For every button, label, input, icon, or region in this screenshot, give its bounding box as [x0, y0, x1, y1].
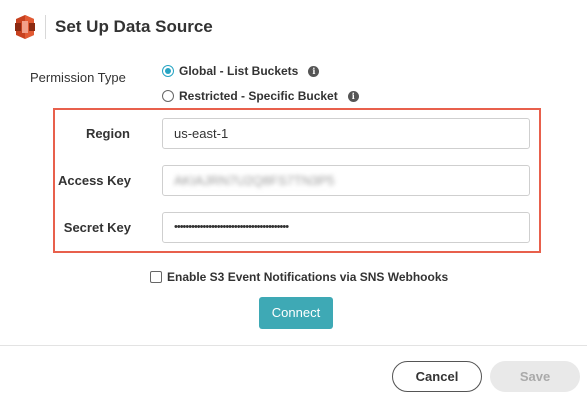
secret-key-label: Secret Key — [63, 220, 131, 235]
cancel-button[interactable]: Cancel — [392, 361, 482, 392]
region-input[interactable]: us-east-1 — [162, 118, 530, 149]
radio-label: Global - List Buckets — [179, 64, 299, 78]
permission-type-label: Permission Type — [30, 70, 126, 85]
info-icon[interactable]: i — [347, 90, 359, 102]
footer-divider — [0, 345, 587, 346]
sns-notifications-checkbox[interactable] — [150, 271, 162, 283]
save-button[interactable]: Save — [490, 361, 580, 392]
radio-button-checked[interactable] — [162, 65, 174, 77]
access-key-input[interactable]: AKIAJRN7U2Q8FS7TN3P5 — [162, 165, 530, 196]
access-key-value: AKIAJRN7U2Q8FS7TN3P5 — [174, 166, 335, 195]
radio-global-list-buckets[interactable]: Global - List Buckets i — [162, 63, 320, 79]
radio-button[interactable] — [162, 90, 174, 102]
radio-label: Restricted - Specific Bucket — [179, 89, 338, 103]
header-divider — [45, 15, 46, 39]
connect-button[interactable]: Connect — [259, 297, 333, 329]
access-key-label: Access Key — [58, 173, 131, 188]
dialog-header: Set Up Data Source — [0, 0, 587, 56]
aws-s3-icon — [15, 15, 35, 39]
sns-notifications-label: Enable S3 Event Notifications via SNS We… — [167, 270, 449, 284]
radio-restricted-specific-bucket[interactable]: Restricted - Specific Bucket i — [162, 88, 359, 104]
region-label: Region — [85, 126, 130, 141]
info-icon[interactable]: i — [308, 65, 320, 77]
dialog-title: Set Up Data Source — [55, 17, 213, 36]
sns-notifications-checkbox-row[interactable]: Enable S3 Event Notifications via SNS We… — [150, 270, 448, 284]
secret-key-input[interactable]: •••••••••••••••••••••••••••••••••••••••• — [162, 212, 530, 243]
